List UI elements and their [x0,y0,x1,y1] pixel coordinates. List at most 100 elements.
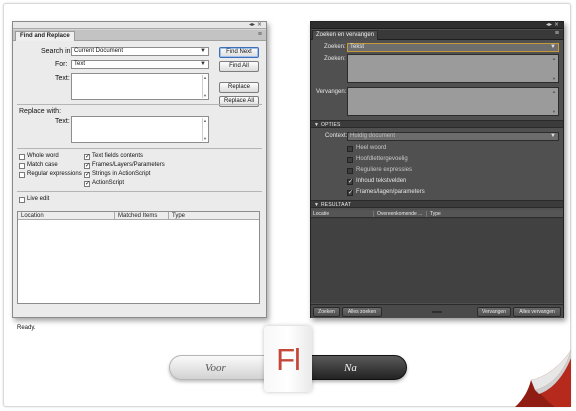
zoeken-text-label: Zoeken: [324,56,346,62]
replace-all-button[interactable]: Replace All [219,96,259,107]
panel-title-bar[interactable]: ◂▸ × [13,21,266,29]
scroll-down-icon[interactable]: ▼ [552,109,556,114]
toggle-before-label: Voor [205,362,226,374]
search-in-value: Current Document [74,48,124,54]
chevron-down-icon: ▼ [550,133,556,139]
tab-zoeken-en-vervangen[interactable]: Zoeken en vervangen [312,30,379,40]
match-case-checkbox[interactable] [19,163,25,169]
results-header: Location Matched Items Type [18,212,259,220]
regular-expressions-label: Regular expressions [27,171,82,177]
column-type[interactable]: Type [430,210,441,218]
panel-menu-icon[interactable]: ≡ [258,31,262,38]
replace-text-area[interactable]: ▲ ▼ [71,116,209,143]
actionscript-checkbox[interactable]: ✓ [84,181,90,187]
collapse-close-icon[interactable]: ◂▸ × [249,21,262,28]
find-all-button[interactable]: Find All [219,61,259,72]
scroll-up-icon[interactable]: ▲ [552,89,556,94]
replace-text-scrollbar[interactable]: ▲ ▼ [202,118,207,141]
zoeken-scrollbar[interactable]: ▲ ▼ [552,56,557,81]
column-overeenkomende[interactable]: Overeenkomende ... [377,210,422,218]
frames-layers-parameters-label: Frames/Layers/Parameters [92,162,165,168]
text-label: Text: [55,75,70,82]
collapse-triangle-icon[interactable]: ▼ [314,201,319,209]
tab-find-and-replace[interactable]: Find and Replace [15,31,75,41]
frames-lagen-parameters-checkbox[interactable]: ✓ [347,190,353,196]
frames-lagen-parameters-label: Frames/lagen/parameters [356,189,425,195]
collapse-close-icon[interactable]: ◂▸ × [546,21,559,28]
for-value: Text [74,61,86,67]
live-edit-checkbox[interactable] [19,197,25,203]
zoeken-button[interactable]: Zoeken [313,307,340,317]
panel-menu-icon[interactable]: ≡ [555,30,559,37]
for-select[interactable]: Text ▼ [71,60,209,69]
column-separator[interactable] [114,212,115,220]
resultaat-title: RESULTAAT [321,202,352,208]
zoeken-select[interactable]: Tekst ▼ [347,43,559,52]
column-separator[interactable] [426,211,427,217]
results-header: Locatie Overeenkomende ... Type [311,210,563,218]
heel-woord-label: Heel woord [356,145,387,151]
alles-zoeken-button[interactable]: Alles zoeken [342,307,382,317]
results-list[interactable]: Location Matched Items Type [17,211,260,304]
find-text-area[interactable]: ▲ ▼ [71,73,209,100]
scroll-down-icon[interactable]: ▼ [552,76,556,81]
alles-vervangen-button[interactable]: Alles vervangen [513,307,561,317]
chevron-down-icon: ▼ [200,61,206,67]
replace-button[interactable]: Replace [219,82,259,93]
scroll-down-icon[interactable]: ▼ [203,136,207,141]
status-text: Ready. [17,325,36,331]
zoeken-text-area[interactable]: ▲ ▼ [347,54,559,83]
inhoud-tekstvelden-checkbox[interactable]: ✓ [347,179,353,185]
section-divider [17,191,262,192]
column-separator[interactable] [168,212,169,220]
resize-grip[interactable] [432,311,442,313]
column-separator[interactable] [373,211,374,217]
live-edit-label: Live edit [27,196,50,202]
results-list[interactable]: Locatie Overeenkomende ... Type [311,210,563,303]
hoofdlettergevoelig-checkbox[interactable] [347,157,353,163]
vervangen-label: Vervangen: [316,89,347,95]
strings-in-actionscript-label: Strings in ActionScript [92,171,151,177]
section-divider [17,148,262,149]
whole-word-checkbox[interactable] [19,154,25,160]
panel-tab-row: Zoeken en vervangen ≡ [311,30,563,40]
column-locatie[interactable]: Locatie [313,210,329,218]
results-body[interactable] [311,219,563,303]
match-case-label: Match case [27,162,58,168]
reguliere-expressies-checkbox[interactable] [347,168,353,174]
whole-word-label: Whole word [27,153,59,159]
scroll-up-icon[interactable]: ▲ [203,75,207,80]
collapse-triangle-icon[interactable]: ▼ [314,121,319,129]
column-type[interactable]: Type [172,212,185,220]
column-matched-items[interactable]: Matched Items [118,212,157,220]
find-next-button[interactable]: Find Next [219,47,259,58]
find-text-scrollbar[interactable]: ▲ ▼ [202,75,207,98]
scroll-down-icon[interactable]: ▼ [203,93,207,98]
flash-logo-text: Fl [276,342,301,377]
vervangen-scrollbar[interactable]: ▲ ▼ [552,89,557,114]
opties-title: OPTIES [321,122,341,128]
opties-section-header[interactable]: ▼ OPTIES [311,120,563,128]
reguliere-expressies-label: Reguliere expressies [356,167,413,173]
text-fields-contents-checkbox[interactable]: ✓ [84,154,90,160]
frames-layers-parameters-checkbox[interactable]: ✓ [84,163,90,169]
panel-content: Search in: Current Document ▼ For: Text … [13,41,266,331]
heel-woord-checkbox[interactable] [347,146,353,152]
replace-with-label: Replace with: [19,108,62,115]
replace-text-label: Text: [55,118,70,125]
panel-title-bar[interactable]: ◂▸ × [311,21,563,29]
resultaat-section-header[interactable]: ▼ RESULTAAT [311,200,563,208]
search-in-select[interactable]: Current Document ▼ [71,47,209,56]
vervangen-text-area[interactable]: ▲ ▼ [347,87,559,116]
actionscript-label: ActionScript [92,180,125,186]
strings-in-actionscript-checkbox[interactable]: ✓ [84,172,90,178]
regular-expressions-checkbox[interactable] [19,172,25,178]
zoeken-label: Zoeken: [324,44,346,50]
chevron-down-icon: ▼ [550,44,556,50]
scroll-up-icon[interactable]: ▲ [203,118,207,123]
zoeken-value: Tekst [350,44,365,50]
context-select[interactable]: Huidig document ▼ [347,132,559,141]
vervangen-button[interactable]: Vervangen [477,307,511,317]
scroll-up-icon[interactable]: ▲ [552,56,556,61]
column-location[interactable]: Location [21,212,44,220]
